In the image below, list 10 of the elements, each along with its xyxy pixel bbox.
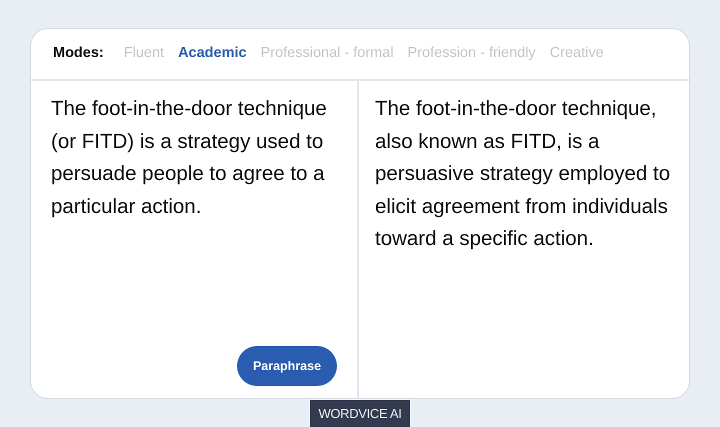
- mode-tab[interactable]: Profession - friendly: [408, 43, 536, 65]
- mode-tab[interactable]: Fluent: [124, 43, 164, 65]
- mode-tab[interactable]: Academic: [178, 43, 247, 65]
- mode-tab[interactable]: Professional - formal: [260, 43, 394, 65]
- mode-tab[interactable]: Creative: [550, 43, 604, 65]
- brand-tag: WORDVICE AI: [310, 400, 410, 427]
- paraphrase-button[interactable]: Paraphrase: [237, 346, 337, 386]
- modes-label: Modes:: [53, 44, 104, 64]
- output-text: The foot-in-the-door technique, also known as FITD, is a persuasive strategy employed to elicit agreement from individuals toward a specific action.: [375, 96, 672, 252]
- input-text[interactable]: The foot-in-the-door technique (or FITD) is a strategy used to persuade people to agree to a particular action.: [51, 93, 337, 223]
